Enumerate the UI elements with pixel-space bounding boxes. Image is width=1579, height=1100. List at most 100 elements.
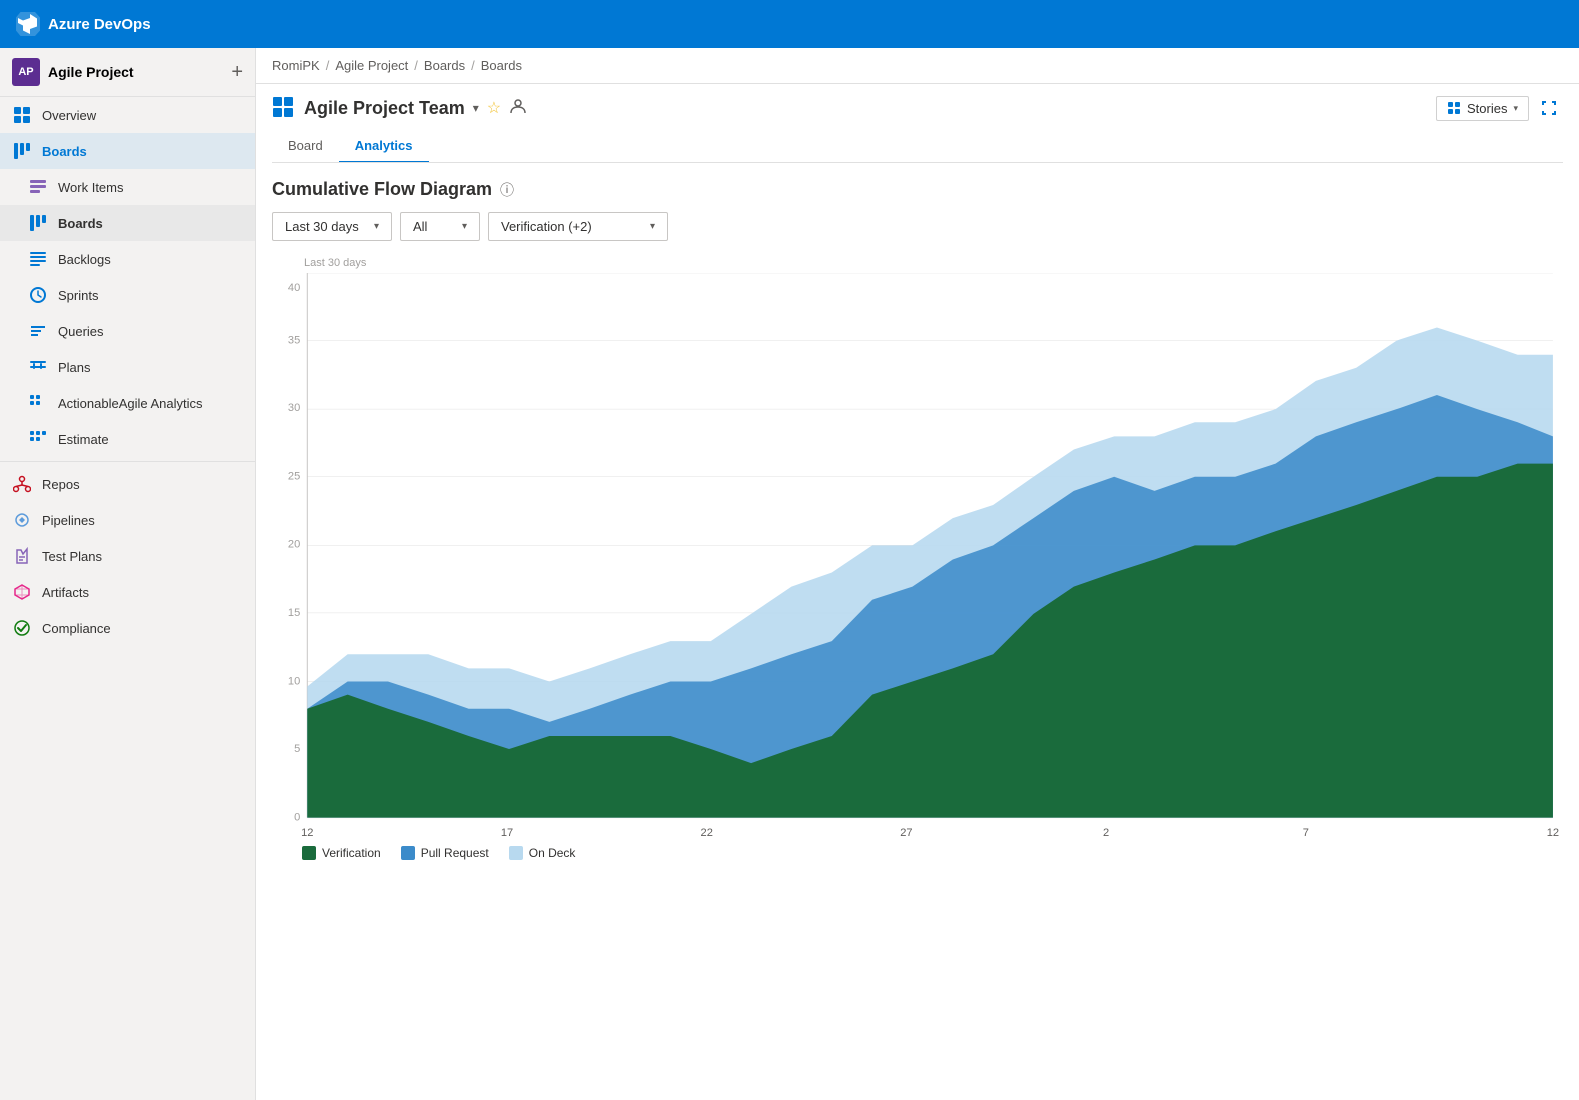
sidebar-item-artifacts[interactable]: Artifacts [0,574,255,610]
sidebar-nav: Overview Boards Work Items [0,97,255,646]
sidebar-item-plans[interactable]: Plans [0,349,255,385]
sidebar-label-queries: Queries [58,324,104,339]
sidebar-label-artifacts: Artifacts [42,585,89,600]
sidebar-label-backlogs: Backlogs [58,252,111,267]
svg-text:0: 0 [294,812,300,824]
sidebar-section-boards[interactable]: Boards [0,133,255,169]
topbar-title: Azure DevOps [48,16,151,33]
sidebar-item-test-plans[interactable]: Test Plans [0,538,255,574]
stories-button[interactable]: Stories ▾ [1436,96,1529,121]
sidebar-item-estimate[interactable]: Estimate [0,421,255,457]
column-filter[interactable]: Verification (+2) ▾ [488,212,668,241]
page-title-row: Agile Project Team ▾ ☆ Stories ▾ [272,94,1563,122]
breadcrumb-romipk[interactable]: RomiPK [272,58,320,73]
legend-color-pull-request [401,846,415,860]
legend-pull-request: Pull Request [401,846,489,860]
legend-verification: Verification [302,846,381,860]
test-plans-icon [12,546,32,566]
swimlane-filter[interactable]: All ▾ [400,212,480,241]
legend-color-verification [302,846,316,860]
backlogs-icon [28,249,48,269]
tab-analytics[interactable]: Analytics [339,130,429,163]
svg-text:12: 12 [301,827,313,838]
sidebar-label-sprints: Sprints [58,288,98,303]
svg-text:7: 7 [1303,827,1309,838]
info-icon[interactable]: ⓘ [500,180,514,200]
plans-icon [28,357,48,377]
sidebar-label-test-plans: Test Plans [42,549,102,564]
artifacts-icon [12,582,32,602]
sidebar-label-overview: Overview [42,108,96,123]
legend-label-pull-request: Pull Request [421,846,489,860]
chart-period-label: Last 30 days [304,257,1579,269]
sidebar-label-aa-analytics: ActionableAgile Analytics [58,396,203,411]
sidebar-label-work-items: Work Items [58,180,124,195]
boards-icon [28,213,48,233]
person-icon[interactable] [509,97,527,120]
sidebar-label-boards: Boards [58,216,103,231]
chart-title: Cumulative Flow Diagram [272,179,492,200]
breadcrumb: RomiPK / Agile Project / Boards / Boards [256,48,1579,84]
svg-text:5: 5 [294,743,300,755]
boards-section-icon [12,141,32,161]
legend-label-on-deck: On Deck [529,846,576,860]
pipelines-icon [12,510,32,530]
sidebar-item-sprints[interactable]: Sprints [0,277,255,313]
add-button[interactable]: + [231,61,243,84]
breadcrumb-boards-2: Boards [481,58,522,73]
tab-board[interactable]: Board [272,130,339,163]
favorite-star[interactable]: ☆ [487,98,501,118]
repos-icon [12,474,32,494]
breadcrumb-agile-project[interactable]: Agile Project [335,58,408,73]
sidebar-item-pipelines[interactable]: Pipelines [0,502,255,538]
stories-label: Stories [1467,101,1507,116]
sidebar-label-repos: Repos [42,477,80,492]
sidebar-item-queries[interactable]: Queries [0,313,255,349]
sidebar-item-backlogs[interactable]: Backlogs [0,241,255,277]
sidebar-item-overview[interactable]: Overview [0,97,255,133]
azure-devops-logo[interactable]: Azure DevOps [16,12,151,36]
chart-title-row: Cumulative Flow Diagram ⓘ [272,179,1563,200]
overview-icon [12,105,32,125]
legend-color-on-deck [509,846,523,860]
sprints-icon [28,285,48,305]
topbar: Azure DevOps [0,0,1579,48]
board-grid-icon [272,96,294,121]
sidebar-label-compliance: Compliance [42,621,111,636]
svg-text:22: 22 [701,827,713,838]
svg-text:12: 12 [1547,827,1559,838]
svg-text:10: 10 [288,676,300,688]
expand-button[interactable] [1535,94,1563,122]
chart-legend: Verification Pull Request On Deck [272,846,1563,860]
column-chevron: ▾ [650,221,655,232]
page-header: Agile Project Team ▾ ☆ Stories ▾ [256,84,1579,163]
project-avatar: AP [12,58,40,86]
aa-analytics-icon [28,393,48,413]
svg-text:40: 40 [288,282,300,294]
legend-on-deck: On Deck [509,846,576,860]
svg-text:30: 30 [288,402,300,414]
team-chevron[interactable]: ▾ [473,101,479,115]
period-filter[interactable]: Last 30 days ▾ [272,212,392,241]
cfd-chart: 0 5 10 15 20 25 30 35 40 [272,273,1563,838]
sidebar: AP Agile Project + Overview Boards [0,48,256,1100]
sidebar-label-pipelines: Pipelines [42,513,95,528]
period-label: Last 30 days [285,219,359,234]
svg-text:15: 15 [288,607,300,619]
chart-wrapper: Last 30 days 0 5 10 15 20 25 30 35 40 [272,257,1563,860]
svg-text:25: 25 [288,471,300,483]
sidebar-item-aa-analytics[interactable]: ActionableAgile Analytics [0,385,255,421]
sidebar-label-plans: Plans [58,360,91,375]
page-title: Agile Project Team [304,98,465,119]
sidebar-item-compliance[interactable]: Compliance [0,610,255,646]
sidebar-item-repos[interactable]: Repos [0,466,255,502]
breadcrumb-boards-1[interactable]: Boards [424,58,465,73]
sidebar-item-work-items[interactable]: Work Items [0,169,255,205]
swimlane-chevron: ▾ [462,221,467,232]
svg-text:20: 20 [288,538,300,550]
project-title[interactable]: AP Agile Project [12,58,134,86]
sidebar-item-boards[interactable]: Boards [0,205,255,241]
svg-text:35: 35 [288,335,300,347]
svg-text:27: 27 [900,827,912,838]
page-tabs: Board Analytics [272,126,1563,162]
